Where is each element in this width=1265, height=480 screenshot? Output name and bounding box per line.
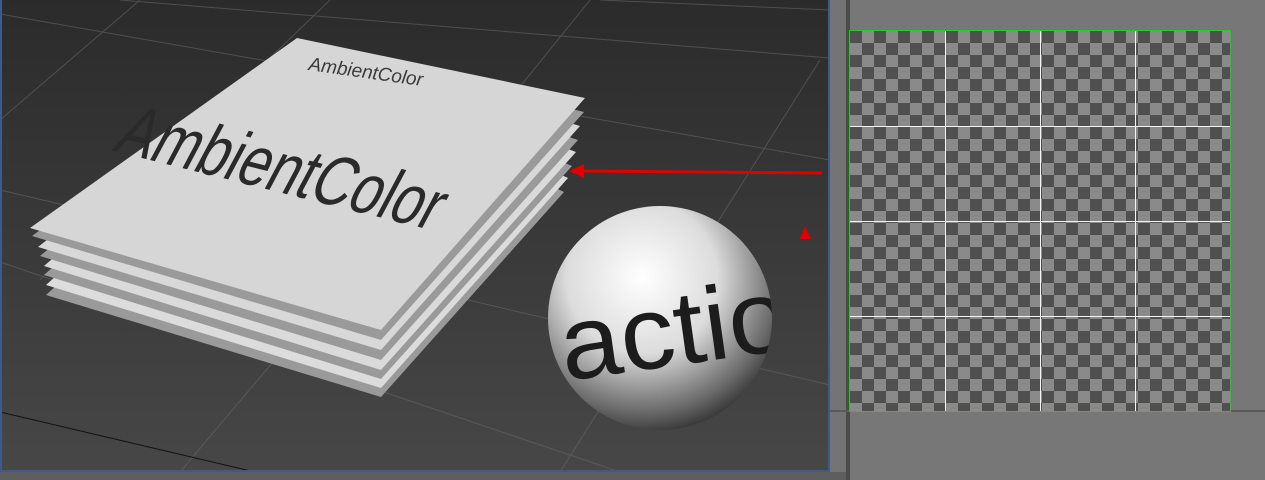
viewport-bottom-strip — [0, 472, 848, 480]
3d-viewport[interactable]: AmbientColor AmbientColor actio — [0, 0, 830, 472]
uv-grid-line — [850, 316, 1230, 317]
viewport-scene: AmbientColor AmbientColor actio — [0, 0, 830, 472]
uv-grid-line — [850, 221, 1230, 222]
uv-checker-grid[interactable] — [849, 30, 1231, 412]
uv-grid-line — [850, 126, 1230, 127]
